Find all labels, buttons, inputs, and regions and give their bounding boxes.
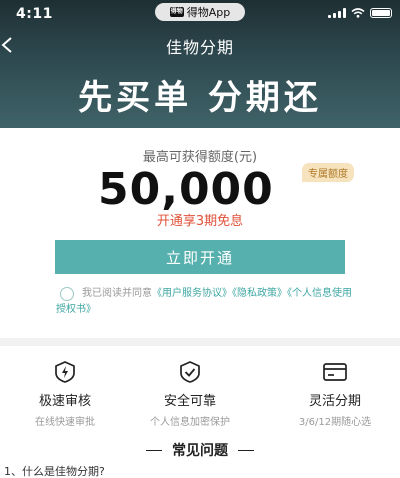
feature-title: 极速审核: [38, 394, 91, 409]
agreement-prefix: 我已阅读并同意: [82, 288, 152, 299]
page-title: 佳物分期: [165, 38, 234, 57]
hero-banner: 4:11 得物 得物App 佳物分期 先买单 分期还: [0, 0, 400, 128]
features-section: 极速审核 在线快速审批 安全可靠 个人信息加密保护 灵活分期 3/6/12期随心…: [0, 346, 400, 478]
feature-desc: 个人信息加密保护: [150, 417, 230, 428]
app-name: 得物App: [186, 6, 231, 19]
agreement-text: 我已阅读并同意《用户服务协议》《隐私政策》《个人信息使用授权书》: [56, 286, 356, 318]
feature-flexible: 灵活分期 3/6/12期随心选: [270, 360, 400, 428]
lightning-shield-icon: [55, 361, 75, 383]
check-shield-icon: [180, 361, 200, 383]
promo-text: 开通享3期免息: [156, 214, 244, 229]
exclusive-badge: 专属额度: [302, 163, 354, 182]
faq-question[interactable]: 1、什么是佳物分期?: [4, 463, 105, 478]
feature-fast-review: 极速审核 在线快速审批: [0, 360, 130, 428]
faq-heading-dash-left: [146, 449, 162, 451]
open-now-button[interactable]: 立即开通: [55, 240, 345, 274]
wifi-icon: [351, 8, 365, 18]
app-indicator-pill[interactable]: 得物 得物App: [155, 3, 245, 21]
user-agreement-link[interactable]: 《用户服务协议》: [152, 288, 232, 299]
status-time: 4:11: [16, 6, 53, 22]
app-logo-icon: 得物: [169, 7, 184, 17]
signal-icon: [328, 8, 346, 18]
hero-slogan: 先买单 分期还: [78, 78, 322, 118]
feature-title: 灵活分期: [308, 394, 361, 409]
faq-heading: 常见问题: [0, 440, 400, 460]
feature-title: 安全可靠: [163, 394, 216, 409]
battery-icon: [370, 8, 392, 18]
credit-amount: 50,000: [98, 164, 274, 215]
feature-secure: 安全可靠 个人信息加密保护: [125, 360, 255, 428]
feature-desc: 3/6/12期随心选: [298, 417, 372, 428]
privacy-policy-link[interactable]: 《隐私政策》: [232, 288, 287, 299]
credit-card-panel: 最高可获得额度(元) 50,000 专属额度 开通享3期免息 立即开通 我已阅读…: [0, 128, 400, 338]
card-icon: [323, 363, 347, 381]
feature-desc: 在线快速审批: [35, 417, 95, 428]
status-bar: 4:11 得物 得物App: [0, 0, 400, 28]
faq-heading-text: 常见问题: [172, 443, 228, 459]
system-icons: [328, 8, 392, 18]
faq-heading-dash-right: [238, 449, 254, 451]
